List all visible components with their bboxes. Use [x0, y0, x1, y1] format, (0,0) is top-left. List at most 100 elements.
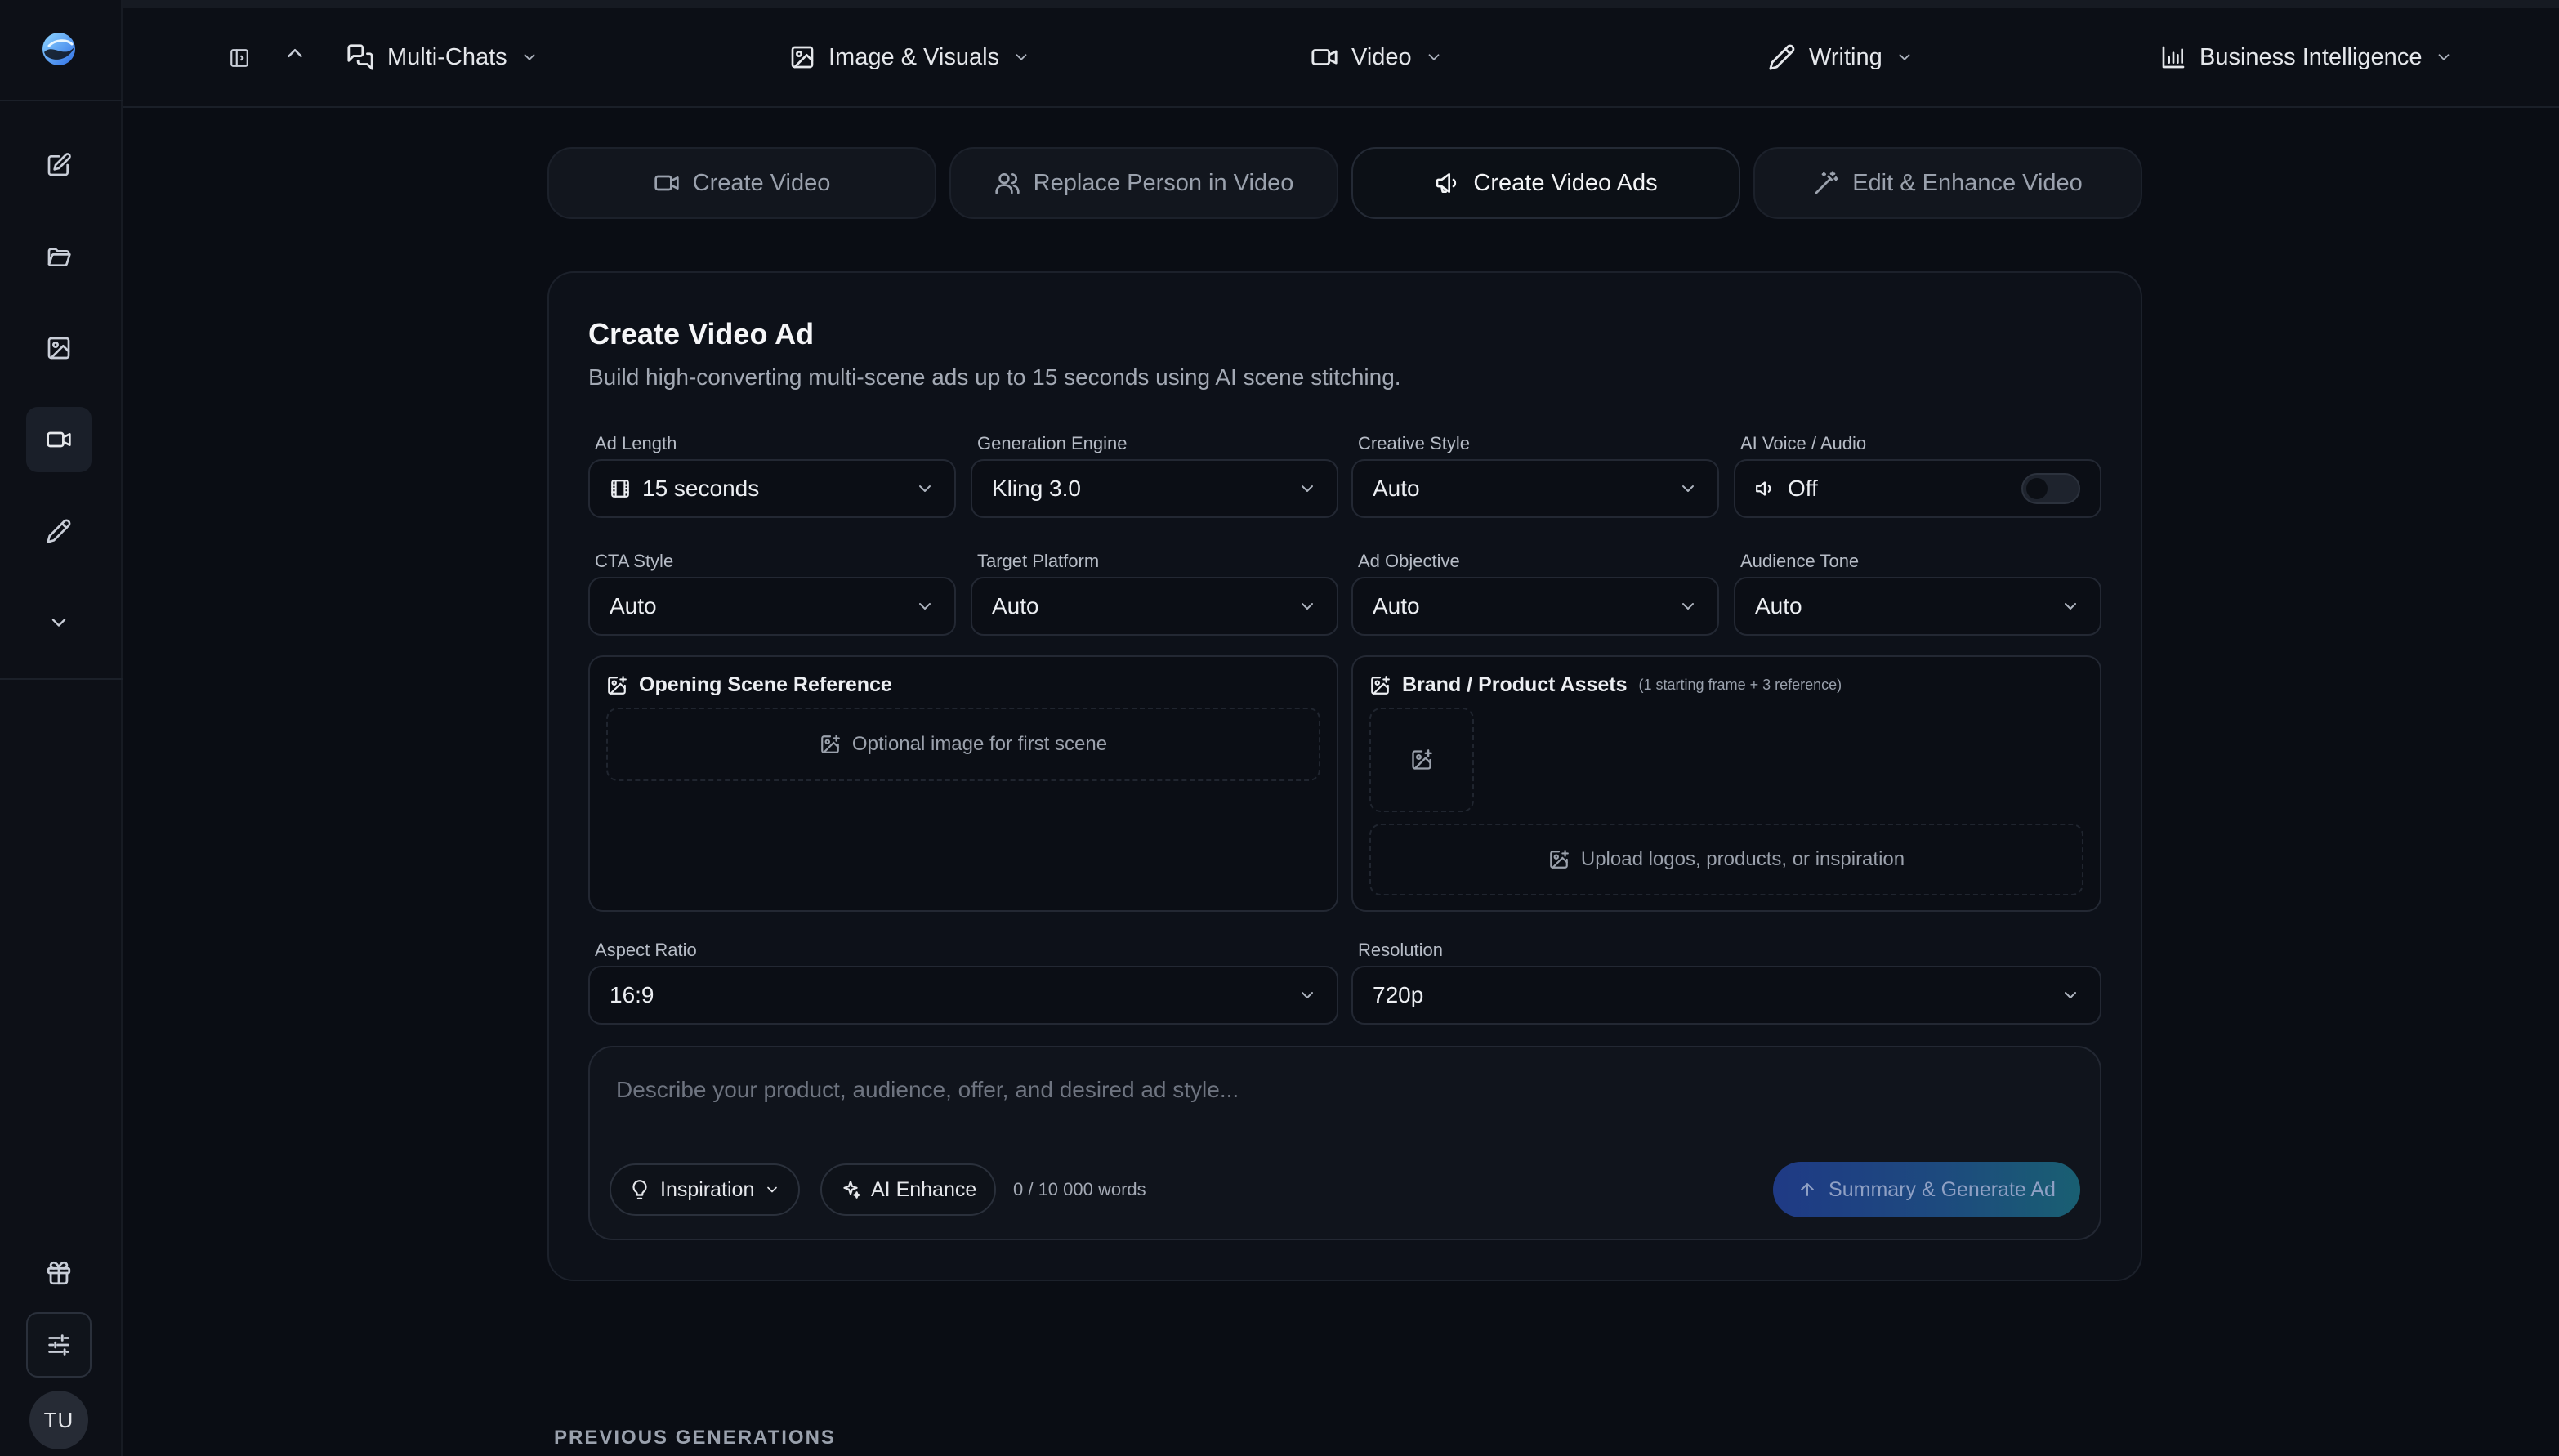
- chevron-down-icon: [2065, 992, 2076, 998]
- chevron-down-icon: [524, 54, 535, 60]
- ai-voice-label: AI Voice / Audio: [1740, 433, 1867, 453]
- tab-create-video[interactable]: Create Video: [547, 147, 936, 219]
- cta-style-select[interactable]: Auto: [588, 577, 956, 636]
- ad-objective-select[interactable]: Auto: [1351, 577, 1719, 636]
- image-icon: [791, 46, 814, 69]
- menu-multi-chats[interactable]: Multi-Chats: [346, 8, 538, 106]
- menu-label: Image & Visuals: [828, 43, 1000, 70]
- menu-business-intelligence[interactable]: Business Intelligence: [2160, 8, 2453, 106]
- toggle-knob: [2026, 478, 2048, 499]
- video-icon: [654, 175, 679, 191]
- previous-generations-heading: PREVIOUS GENERATIONS: [554, 1427, 836, 1449]
- sidebar-new-chat-button[interactable]: [26, 132, 92, 198]
- menu-label: Video: [1351, 43, 1412, 70]
- resolution-value: 720p: [1373, 982, 1424, 1007]
- opening-scene-title: Opening Scene Reference: [639, 673, 892, 696]
- page-title: Create Video Ad: [588, 317, 815, 351]
- brand-assets-title: Brand / Product Assets: [1402, 673, 1628, 696]
- pen-icon: [1769, 44, 1795, 70]
- generation-engine-value: Kling 3.0: [992, 476, 1081, 501]
- target-platform-select[interactable]: Auto: [971, 577, 1338, 636]
- creative-style-select[interactable]: Auto: [1351, 459, 1719, 518]
- sidebar-settings-button[interactable]: [26, 1312, 92, 1378]
- cta-style-label: CTA Style: [595, 551, 674, 571]
- image-icon: [47, 337, 70, 360]
- menu-label: Writing: [1809, 43, 1882, 70]
- cta-style-value: Auto: [610, 593, 657, 619]
- folder-icon: [47, 248, 71, 266]
- brand-assets-note: (1 starting frame + 3 reference): [1638, 677, 1842, 693]
- sliders-icon: [48, 1334, 69, 1356]
- chevron-down-icon: [1682, 603, 1694, 610]
- tab-edit-enhance-video[interactable]: Edit & Enhance Video: [1753, 147, 2142, 219]
- audience-tone-value: Auto: [1755, 593, 1802, 619]
- menu-label: Multi-Chats: [387, 43, 507, 70]
- chevron-down-icon: [2065, 603, 2076, 610]
- resolution-label: Resolution: [1358, 940, 1443, 960]
- app-logo[interactable]: [38, 28, 80, 70]
- ai-enhance-label: AI Enhance: [871, 1177, 977, 1201]
- chevron-down-icon: [2439, 54, 2450, 60]
- generation-engine-select[interactable]: Kling 3.0: [971, 459, 1338, 518]
- ad-length-label: Ad Length: [595, 433, 677, 453]
- tab-replace-person[interactable]: Replace Person in Video: [949, 147, 1338, 219]
- tab-label: Edit & Enhance Video: [1852, 169, 2083, 196]
- tab-create-video-ads[interactable]: Create Video Ads: [1351, 147, 1740, 219]
- opening-scene-dropzone[interactable]: Optional image for first scene: [606, 708, 1320, 781]
- ad-length-select[interactable]: 15 seconds: [588, 459, 956, 518]
- sidebar-image-button[interactable]: [26, 315, 92, 381]
- opening-scene-drop-text: Optional image for first scene: [851, 733, 1108, 755]
- audience-tone-select[interactable]: Auto: [1734, 577, 2101, 636]
- chevron-down-icon: [1899, 54, 1910, 60]
- brand-assets-dropzone[interactable]: Upload logos, products, or inspiration: [1369, 824, 2083, 895]
- menu-video[interactable]: Video: [1311, 8, 1443, 106]
- target-platform-value: Auto: [992, 593, 1039, 619]
- inspiration-button[interactable]: Inspiration: [610, 1163, 801, 1216]
- chevron-down-icon: [1682, 485, 1694, 492]
- ai-enhance-button[interactable]: AI Enhance: [820, 1163, 997, 1216]
- sidebar-folder-button[interactable]: [26, 224, 92, 289]
- image-add-icon: [1371, 675, 1390, 695]
- sidebar: TU: [0, 0, 123, 1456]
- menu-image-visuals[interactable]: Image & Visuals: [789, 8, 1030, 106]
- ad-length-value: 15 seconds: [642, 476, 760, 501]
- ad-objective-label: Ad Objective: [1358, 551, 1460, 571]
- sidebar-more-button[interactable]: [26, 590, 92, 655]
- resolution-select[interactable]: 720p: [1351, 966, 2101, 1025]
- window-top-strip: [0, 0, 2559, 8]
- ai-voice-control[interactable]: Off: [1734, 459, 2101, 518]
- sidebar-divider: [0, 100, 123, 101]
- sidebar-toggle-icon[interactable]: [229, 47, 250, 69]
- generate-ad-label: Summary & Generate Ad: [1829, 1177, 2056, 1201]
- generate-ad-button[interactable]: Summary & Generate Ad: [1773, 1162, 2080, 1217]
- gift-icon: [47, 1261, 71, 1285]
- chevron-down-icon: [1428, 54, 1440, 60]
- chevron-down-icon: [919, 485, 931, 492]
- image-add-icon: [1412, 749, 1432, 770]
- prompt-input[interactable]: Describe your product, audience, offer, …: [616, 1077, 1239, 1103]
- menu-label: Business Intelligence: [2199, 43, 2423, 70]
- chevron-down-icon: [767, 1186, 778, 1193]
- ai-voice-toggle[interactable]: [2021, 473, 2080, 504]
- magic-wand-icon: [1815, 171, 1838, 194]
- chevron-down-icon: [1302, 603, 1313, 610]
- sidebar-divider: [0, 678, 123, 680]
- page-subtitle: Build high-converting multi-scene ads up…: [588, 364, 1401, 390]
- avatar[interactable]: TU: [29, 1391, 88, 1449]
- menu-writing[interactable]: Writing: [1768, 8, 1914, 106]
- sidebar-gift-button[interactable]: [26, 1240, 92, 1306]
- aspect-ratio-value: 16:9: [610, 982, 654, 1007]
- ai-voice-value: Off: [1788, 476, 1818, 501]
- starting-frame-slot[interactable]: [1369, 708, 1474, 812]
- target-platform-label: Target Platform: [977, 551, 1100, 571]
- sidebar-video-button[interactable]: [26, 407, 92, 472]
- pen-icon: [47, 519, 71, 543]
- aspect-ratio-select[interactable]: 16:9: [588, 966, 1338, 1025]
- creative-style-value: Auto: [1373, 476, 1420, 501]
- chevron-down-icon: [1016, 54, 1027, 60]
- sidebar-writing-button[interactable]: [26, 498, 92, 564]
- arrow-up-icon: [1801, 1183, 1815, 1196]
- chevron-up-icon[interactable]: [283, 41, 307, 65]
- top-navigation: Multi-Chats Image & Visuals Video Writin…: [123, 8, 2559, 108]
- image-add-icon: [1550, 850, 1569, 869]
